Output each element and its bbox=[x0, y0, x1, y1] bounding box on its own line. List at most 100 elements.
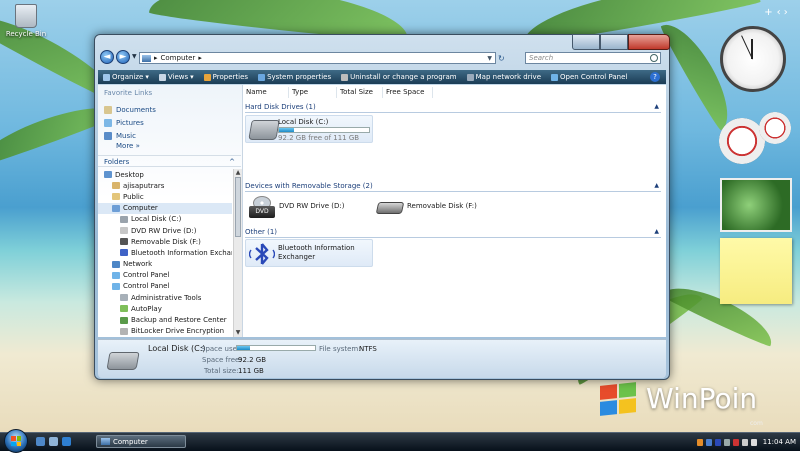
tree-item-dvd[interactable]: DVD RW Drive (D:) bbox=[98, 225, 232, 236]
switch-windows-icon[interactable] bbox=[49, 437, 58, 446]
user-folder-icon bbox=[112, 182, 120, 190]
map-drive-label: Map network drive bbox=[475, 73, 542, 81]
tray-app-icon[interactable] bbox=[732, 438, 739, 446]
search-input[interactable]: Search bbox=[525, 52, 661, 64]
drive-dvd[interactable]: DVD DVD RW Drive (D:) bbox=[245, 194, 365, 222]
tray-app-icon[interactable] bbox=[723, 438, 730, 446]
views-button[interactable]: Views ▾ bbox=[158, 73, 194, 81]
group-other[interactable]: Other (1) ▲ bbox=[245, 227, 661, 238]
recycle-bin[interactable]: Recycle Bin bbox=[4, 4, 48, 38]
column-name[interactable]: Name bbox=[243, 87, 289, 98]
recent-pages-dropdown-icon[interactable]: ▼ bbox=[132, 53, 137, 60]
favorite-pictures[interactable]: Pictures bbox=[104, 116, 242, 129]
uninstall-label: Uninstall or change a program bbox=[350, 73, 457, 81]
column-type[interactable]: Type bbox=[289, 87, 337, 98]
tree-item-control-panel-2[interactable]: Control Panel bbox=[98, 281, 232, 292]
more-links[interactable]: More » bbox=[98, 142, 242, 154]
group-hard-disk-drives[interactable]: Hard Disk Drives (1) ▲ bbox=[245, 102, 661, 113]
cpu-meter-gadget[interactable] bbox=[719, 112, 793, 168]
add-gadget-button[interactable]: + bbox=[764, 7, 772, 18]
tree-item-desktop[interactable]: Desktop bbox=[98, 169, 232, 180]
address-dropdown-icon[interactable]: ▼ bbox=[487, 55, 492, 62]
collapse-icon[interactable]: ^ bbox=[229, 156, 235, 168]
minimize-button[interactable] bbox=[572, 34, 600, 50]
tree-item-admin-tools[interactable]: Administrative Tools bbox=[98, 292, 232, 303]
map-drive-button[interactable]: Map network drive bbox=[466, 73, 542, 81]
tree-item-backup[interactable]: Backup and Restore Center bbox=[98, 314, 232, 325]
collapse-icon[interactable]: ▲ bbox=[654, 181, 659, 191]
sidebar-controls: + ‹ › bbox=[752, 4, 800, 20]
drive-removable[interactable]: Removable Disk (F:) bbox=[375, 194, 497, 222]
details-pane: Local Disk (C:) Space used: File system:… bbox=[98, 339, 666, 378]
tree-item-autoplay[interactable]: AutoPlay bbox=[98, 303, 232, 314]
address-actions: ↻ bbox=[498, 52, 522, 64]
tree-item-bluetooth[interactable]: Bluetooth Information Exchang bbox=[98, 247, 232, 258]
tree-item-local-disk[interactable]: Local Disk (C:) bbox=[98, 214, 232, 225]
breadcrumb-separator[interactable]: ▸ bbox=[198, 54, 202, 62]
properties-button[interactable]: Properties bbox=[203, 73, 248, 81]
tree-item-control-panel[interactable]: Control Panel bbox=[98, 270, 232, 281]
tray-app-icon[interactable] bbox=[696, 438, 703, 446]
device-name-line2: Exchanger bbox=[278, 253, 316, 261]
back-button[interactable]: ◄ bbox=[100, 50, 114, 64]
device-bluetooth[interactable]: Bluetooth Information Exchanger bbox=[245, 239, 373, 267]
title-bar[interactable]: ◄ ► ▼ ▸ Computer ▸ ▼ ↻ Search bbox=[95, 34, 670, 67]
clock-time[interactable]: 11:04 AM bbox=[763, 438, 796, 446]
collapse-icon[interactable]: ▲ bbox=[654, 227, 659, 237]
tree-label: DVD RW Drive (D:) bbox=[131, 226, 197, 235]
tree-item-public[interactable]: Public bbox=[98, 191, 232, 202]
bluetooth-icon bbox=[248, 242, 276, 266]
favorite-music[interactable]: Music bbox=[104, 129, 242, 142]
column-free-space[interactable]: Free Space bbox=[383, 87, 433, 98]
computer-icon bbox=[101, 438, 110, 445]
bluetooth-tray-icon[interactable] bbox=[714, 438, 721, 446]
scroll-thumb[interactable] bbox=[235, 177, 241, 237]
organize-button[interactable]: Organize ▾ bbox=[103, 73, 149, 81]
slideshow-gadget[interactable] bbox=[720, 178, 792, 232]
tree-item-computer[interactable]: Computer bbox=[98, 202, 232, 214]
search-icon[interactable] bbox=[650, 54, 658, 62]
system-properties-button[interactable]: System properties bbox=[258, 73, 331, 81]
tree-item-bitlocker[interactable]: BitLocker Drive Encryption bbox=[98, 326, 232, 337]
pictures-icon bbox=[104, 118, 112, 127]
tray-app-icon[interactable] bbox=[705, 438, 712, 446]
scroll-down-icon[interactable]: ▼ bbox=[234, 329, 242, 337]
help-button[interactable]: ? bbox=[650, 72, 660, 82]
autoplay-icon bbox=[120, 305, 128, 313]
group-removable-storage[interactable]: Devices with Removable Storage (2) ▲ bbox=[245, 181, 661, 192]
tree-label: Network bbox=[123, 260, 153, 269]
clock-gadget[interactable] bbox=[720, 26, 786, 92]
breadcrumb-computer[interactable]: Computer bbox=[161, 54, 196, 62]
tree-item-user[interactable]: ajisaputrars bbox=[98, 180, 232, 191]
notes-gadget[interactable] bbox=[720, 238, 792, 304]
collapse-icon[interactable]: ▲ bbox=[654, 102, 659, 112]
control-panel-button[interactable]: Open Control Panel bbox=[551, 73, 627, 81]
gadget-nav-arrows[interactable]: ‹ › bbox=[777, 7, 788, 18]
start-button[interactable] bbox=[4, 429, 28, 453]
close-button[interactable] bbox=[628, 34, 670, 50]
folders-header[interactable]: Folders ^ bbox=[98, 155, 241, 167]
internet-explorer-icon[interactable] bbox=[62, 437, 71, 446]
taskbar: Computer 11:04 AM bbox=[0, 429, 800, 453]
drive-local-disk[interactable]: Local Disk (C:) 92.2 GB free of 111 GB bbox=[245, 115, 373, 143]
favorite-documents[interactable]: Documents bbox=[104, 103, 242, 116]
volume-tray-icon[interactable] bbox=[750, 438, 757, 446]
tree-item-removable[interactable]: Removable Disk (F:) bbox=[98, 236, 232, 247]
explorer-window[interactable]: ◄ ► ▼ ▸ Computer ▸ ▼ ↻ Search Organize ▾… bbox=[94, 34, 670, 380]
taskbar-button-computer[interactable]: Computer bbox=[96, 435, 186, 448]
tree-item-network[interactable]: Network bbox=[98, 259, 232, 270]
control-panel-icon bbox=[112, 282, 120, 290]
system-icon bbox=[258, 73, 266, 81]
uninstall-button[interactable]: Uninstall or change a program bbox=[341, 73, 457, 81]
folder-tree-scrollbar[interactable]: ▲ ▼ bbox=[233, 169, 242, 337]
refresh-icon[interactable]: ↻ bbox=[498, 54, 505, 63]
drive-name: Local Disk (C:) bbox=[278, 118, 329, 126]
address-bar[interactable]: ▸ Computer ▸ ▼ bbox=[139, 52, 496, 64]
scroll-up-icon[interactable]: ▲ bbox=[234, 169, 242, 177]
network-tray-icon[interactable] bbox=[741, 438, 748, 446]
show-desktop-icon[interactable] bbox=[36, 437, 45, 446]
column-total-size[interactable]: Total Size bbox=[337, 87, 383, 98]
system-properties-label: System properties bbox=[267, 73, 332, 81]
forward-button[interactable]: ► bbox=[116, 50, 130, 64]
maximize-button[interactable] bbox=[600, 34, 628, 50]
